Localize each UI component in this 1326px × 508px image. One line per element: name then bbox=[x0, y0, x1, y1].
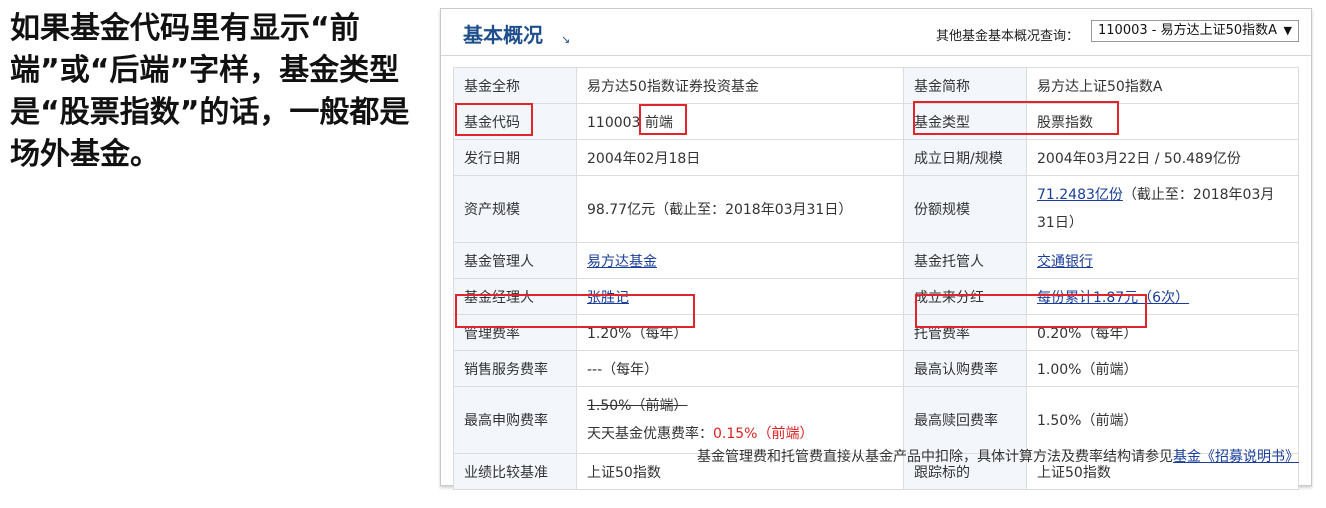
discount-label: 天天基金优惠费率： bbox=[587, 426, 713, 442]
label-issue-date: 发行日期 bbox=[453, 139, 577, 176]
label-share-size: 份额规模 bbox=[903, 175, 1027, 243]
table-row: 基金代码 110003 前端 基金类型 股票指数 bbox=[453, 103, 1299, 140]
panel-title: 基本概况 bbox=[463, 23, 543, 47]
label-full-name: 基金全称 bbox=[453, 67, 577, 104]
value-fund-code: 110003 前端 bbox=[576, 103, 904, 140]
label-manager-co: 基金管理人 bbox=[453, 242, 577, 279]
label-purchase-fee: 最高申购费率 bbox=[453, 386, 577, 454]
table-row: 发行日期 2004年02月18日 成立日期/规模 2004年03月22日 / 5… bbox=[453, 139, 1299, 176]
chevron-down-icon: ▼ bbox=[1283, 24, 1292, 37]
footer-note: 基金管理费和托管费直接从基金产品中扣除，具体计算方法及费率结构请参见基金《招募说… bbox=[453, 446, 1299, 466]
original-purchase-fee: 1.50%（前端） bbox=[587, 398, 688, 414]
label-subscribe-fee: 最高认购费率 bbox=[903, 350, 1027, 387]
table-row: 基金全称 易方达50指数证券投资基金 基金简称 易方达上证50指数A bbox=[453, 67, 1299, 104]
value-full-name: 易方达50指数证券投资基金 bbox=[576, 67, 904, 104]
caption-text: 如果基金代码里有显示“前端”或“后端”字样，基金类型是“股票指数”的话，一般都是… bbox=[10, 11, 410, 172]
value-short-name: 易方达上证50指数A bbox=[1026, 67, 1299, 104]
highlight-box-custody-fee bbox=[915, 294, 1147, 328]
value-purchase-fee: 1.50%（前端） 天天基金优惠费率：0.15%（前端） bbox=[576, 386, 904, 454]
highlight-box-mgmt-fee bbox=[455, 294, 695, 328]
value-custodian: 交通银行 bbox=[1026, 242, 1299, 279]
prospectus-link[interactable]: 基金《招募说明书》 bbox=[1173, 449, 1299, 465]
fund-select-dropdown[interactable]: 110003 - 易方达上证50指数A ▼ bbox=[1091, 20, 1299, 42]
table-row: 最高申购费率 1.50%（前端） 天天基金优惠费率：0.15%（前端） 最高赎回… bbox=[453, 386, 1299, 454]
discount-value: 0.15%（前端） bbox=[713, 426, 814, 442]
value-inception: 2004年03月22日 / 50.489亿份 bbox=[1026, 139, 1299, 176]
highlight-box-fund-type bbox=[913, 101, 1119, 135]
highlight-box-fund-code-label bbox=[455, 103, 533, 136]
label-inception: 成立日期/规模 bbox=[903, 139, 1027, 176]
value-redeem-fee: 1.50%（前端） bbox=[1026, 386, 1299, 454]
fund-info-table: 基金全称 易方达50指数证券投资基金 基金简称 易方达上证50指数A 基金代码 … bbox=[453, 67, 1299, 490]
table-row: 基金管理人 易方达基金 基金托管人 交通银行 bbox=[453, 242, 1299, 279]
label-service-fee: 销售服务费率 bbox=[453, 350, 577, 387]
query-label: 其他基金基本概况查询： bbox=[935, 29, 1079, 44]
custodian-link[interactable]: 交通银行 bbox=[1037, 254, 1093, 270]
label-asset-size: 资产规模 bbox=[453, 175, 577, 243]
fund-overview-panel: 基本概况 ↘ 其他基金基本概况查询： 110003 - 易方达上证50指数A ▼… bbox=[440, 8, 1312, 490]
label-redeem-fee: 最高赎回费率 bbox=[903, 386, 1027, 454]
fund-select-value: 110003 - 易方达上证50指数A bbox=[1098, 23, 1278, 38]
value-asset-size: 98.77亿元（截止至：2018年03月31日） bbox=[576, 175, 904, 243]
value-issue-date: 2004年02月18日 bbox=[576, 139, 904, 176]
panel-header: 基本概况 ↘ 其他基金基本概况查询： 110003 - 易方达上证50指数A ▼ bbox=[441, 9, 1311, 56]
table-row: 资产规模 98.77亿元（截止至：2018年03月31日） 份额规模 71.24… bbox=[453, 175, 1299, 243]
fund-code-number: 110003 bbox=[587, 114, 641, 131]
highlight-box-frontend bbox=[639, 104, 687, 135]
footer-text: 基金管理费和托管费直接从基金产品中扣除，具体计算方法及费率结构请参见 bbox=[697, 449, 1173, 465]
arrow-icon: ↘ bbox=[561, 33, 571, 46]
value-manager-co: 易方达基金 bbox=[576, 242, 904, 279]
label-custodian: 基金托管人 bbox=[903, 242, 1027, 279]
share-size-link[interactable]: 71.2483亿份 bbox=[1037, 187, 1123, 203]
label-short-name: 基金简称 bbox=[903, 67, 1027, 104]
value-subscribe-fee: 1.00%（前端） bbox=[1026, 350, 1299, 387]
discount-line: 天天基金优惠费率：0.15%（前端） bbox=[587, 420, 893, 448]
manager-co-link[interactable]: 易方达基金 bbox=[587, 254, 657, 270]
value-share-size: 71.2483亿份（截止至：2018年03月31日） bbox=[1026, 175, 1299, 243]
table-row: 销售服务费率 ---（每年） 最高认购费率 1.00%（前端） bbox=[453, 350, 1299, 387]
value-service-fee: ---（每年） bbox=[576, 350, 904, 387]
